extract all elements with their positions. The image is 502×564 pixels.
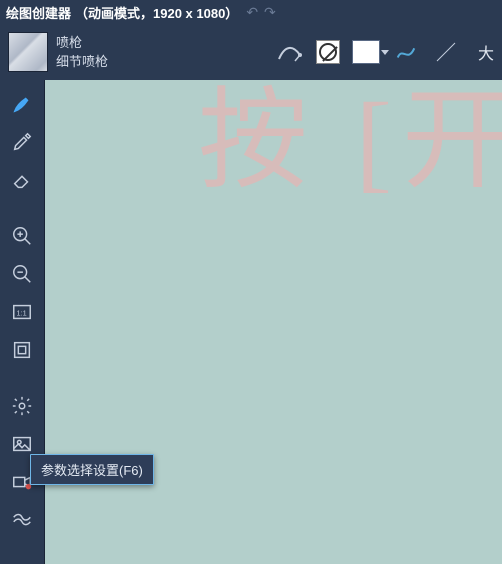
- undo-icon[interactable]: ↶: [246, 4, 258, 21]
- color-swatch[interactable]: [352, 40, 380, 64]
- actual-size-tool[interactable]: 1:1: [3, 294, 41, 330]
- fit-screen-tool[interactable]: [3, 332, 41, 368]
- titlebar: 绘图创建器 （动画模式，1920 x 1080） ↶ ↷: [0, 0, 502, 24]
- zoom-in-tool[interactable]: [3, 218, 41, 254]
- brush-preview[interactable]: [8, 32, 48, 72]
- brush-labels: 喷枪 细节喷枪: [56, 33, 108, 72]
- settings-tool[interactable]: [3, 388, 41, 424]
- line-icon[interactable]: [432, 38, 460, 66]
- tooltip: 参数选择设置(F6): [30, 454, 154, 485]
- size-label[interactable]: 大: [478, 40, 494, 64]
- canvas[interactable]: 按 [开: [44, 80, 502, 564]
- stroke-style-icon[interactable]: [276, 38, 304, 66]
- app-subtitle: （动画模式，1920 x 1080）: [75, 3, 238, 22]
- effects-tool[interactable]: [3, 502, 41, 538]
- brush-tool[interactable]: [3, 86, 41, 122]
- toolbar: 喷枪 细节喷枪 大: [0, 24, 502, 80]
- eraser-tool[interactable]: [3, 162, 41, 198]
- no-fill-icon[interactable]: [316, 40, 340, 64]
- tooltip-label: 参数选择设置(F6): [41, 463, 143, 478]
- canvas-watermark: 按 [开: [198, 80, 502, 196]
- sidebar: 1:1: [0, 80, 44, 564]
- eyedropper-tool[interactable]: [3, 124, 41, 160]
- brush-name: 喷枪: [56, 33, 108, 53]
- zoom-out-tool[interactable]: [3, 256, 41, 292]
- svg-text:1:1: 1:1: [17, 309, 27, 318]
- workspace: 1:1 按 [开: [0, 80, 502, 564]
- redo-icon[interactable]: ↷: [264, 4, 276, 21]
- brush-subname: 细节喷枪: [56, 52, 108, 72]
- curve-icon[interactable]: [392, 38, 420, 66]
- app-title: 绘图创建器: [6, 3, 71, 22]
